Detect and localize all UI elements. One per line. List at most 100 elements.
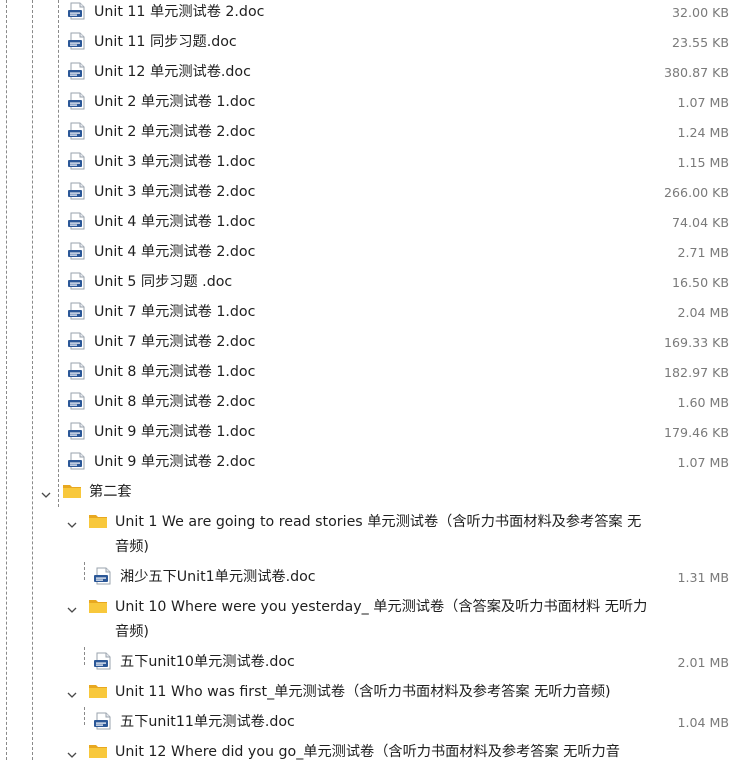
file-row[interactable]: Unit 3 单元测试卷 2.doc 266.00 KB: [0, 177, 743, 207]
doc-file-icon: [67, 302, 87, 320]
file-name: Unit 11 单元测试卷 2.doc: [94, 4, 265, 20]
doc-file-icon: [67, 272, 87, 290]
folder-name-continued: 音频): [115, 624, 149, 640]
file-tree: Unit 11 单元测试卷 2.doc 32.00 KB Unit 11 同步习题.…: [0, 0, 743, 760]
doc-file-icon: [93, 652, 113, 670]
doc-file-icon: [93, 712, 113, 730]
file-name: Unit 3 单元测试卷 1.doc: [94, 154, 256, 170]
folder-icon: [62, 482, 82, 500]
doc-file-icon: [93, 567, 113, 585]
file-row[interactable]: Unit 9 单元测试卷 2.doc 1.07 MB: [0, 447, 743, 477]
chevron-down-icon[interactable]: [40, 486, 52, 498]
file-name: Unit 3 单元测试卷 2.doc: [94, 184, 256, 200]
file-row[interactable]: Unit 7 单元测试卷 2.doc 169.33 KB: [0, 327, 743, 357]
folder-icon: [88, 512, 108, 530]
file-size: 179.46 KB: [664, 425, 729, 440]
file-name: Unit 12 单元测试卷.doc: [94, 64, 251, 80]
file-size: 1.07 MB: [677, 95, 729, 110]
file-name: Unit 8 单元测试卷 1.doc: [94, 364, 256, 380]
doc-file-icon: [67, 242, 87, 260]
file-name: 五下unit11单元测试卷.doc: [120, 714, 295, 730]
file-row[interactable]: Unit 2 单元测试卷 1.doc 1.07 MB: [0, 87, 743, 117]
folder-name: 第二套: [89, 484, 132, 500]
file-size: 1.31 MB: [677, 570, 729, 585]
chevron-down-icon[interactable]: [66, 746, 78, 758]
doc-file-icon: [67, 392, 87, 410]
file-row[interactable]: Unit 7 单元测试卷 1.doc 2.04 MB: [0, 297, 743, 327]
file-size: 2.01 MB: [677, 655, 729, 670]
file-name: 湘少五下Unit1单元测试卷.doc: [120, 569, 316, 585]
doc-file-icon: [67, 212, 87, 230]
file-name: Unit 11 同步习题.doc: [94, 34, 237, 50]
file-size: 1.07 MB: [677, 455, 729, 470]
folder-row[interactable]: Unit 11 Who was first_单元测试卷（含听力书面材料及参考答案…: [0, 677, 743, 707]
file-size: 182.97 KB: [664, 365, 729, 380]
folder-row[interactable]: Unit 10 Where were you yesterday_ 单元测试卷（…: [0, 592, 743, 647]
file-size: 74.04 KB: [672, 215, 729, 230]
file-name: Unit 4 单元测试卷 2.doc: [94, 244, 256, 260]
folder-row[interactable]: Unit 12 Where did you go_单元测试卷（含听力书面材料及参…: [0, 737, 743, 767]
file-size: 169.33 KB: [664, 335, 729, 350]
file-row[interactable]: Unit 8 单元测试卷 1.doc 182.97 KB: [0, 357, 743, 387]
folder-name: Unit 12 Where did you go_单元测试卷（含听力书面材料及参…: [115, 744, 620, 760]
file-name: Unit 5 同步习题 .doc: [94, 274, 233, 290]
file-row[interactable]: Unit 12 单元测试卷.doc 380.87 KB: [0, 57, 743, 87]
file-row[interactable]: 湘少五下Unit1单元测试卷.doc 1.31 MB: [0, 562, 743, 592]
file-row[interactable]: 五下unit10单元测试卷.doc 2.01 MB: [0, 647, 743, 677]
file-size: 23.55 KB: [672, 35, 729, 50]
doc-file-icon: [67, 422, 87, 440]
file-size: 266.00 KB: [664, 185, 729, 200]
file-row[interactable]: 五下unit11单元测试卷.doc 1.04 MB: [0, 707, 743, 737]
doc-file-icon: [67, 152, 87, 170]
file-row[interactable]: Unit 4 单元测试卷 1.doc 74.04 KB: [0, 207, 743, 237]
file-size: 380.87 KB: [664, 65, 729, 80]
file-name: Unit 2 单元测试卷 1.doc: [94, 94, 256, 110]
doc-file-icon: [67, 92, 87, 110]
file-name: Unit 7 单元测试卷 1.doc: [94, 304, 256, 320]
file-name: 五下unit10单元测试卷.doc: [120, 654, 295, 670]
file-size: 32.00 KB: [672, 5, 729, 20]
file-name: Unit 2 单元测试卷 2.doc: [94, 124, 256, 140]
file-row[interactable]: Unit 5 同步习题 .doc 16.50 KB: [0, 267, 743, 297]
file-row[interactable]: Unit 9 单元测试卷 1.doc 179.46 KB: [0, 417, 743, 447]
file-name: Unit 8 单元测试卷 2.doc: [94, 394, 256, 410]
folder-row[interactable]: 第二套: [0, 477, 743, 507]
doc-file-icon: [67, 182, 87, 200]
doc-file-icon: [67, 332, 87, 350]
file-size: 16.50 KB: [672, 275, 729, 290]
folder-name-continued: 音频): [115, 539, 149, 555]
file-row[interactable]: Unit 4 单元测试卷 2.doc 2.71 MB: [0, 237, 743, 267]
file-name: Unit 7 单元测试卷 2.doc: [94, 334, 256, 350]
file-name: Unit 9 单元测试卷 2.doc: [94, 454, 256, 470]
tree-guide-line: [84, 707, 85, 725]
doc-file-icon: [67, 122, 87, 140]
file-row[interactable]: Unit 8 单元测试卷 2.doc 1.60 MB: [0, 387, 743, 417]
file-size: 1.15 MB: [677, 155, 729, 170]
file-row[interactable]: Unit 2 单元测试卷 2.doc 1.24 MB: [0, 117, 743, 147]
folder-icon: [88, 682, 108, 700]
file-name: Unit 4 单元测试卷 1.doc: [94, 214, 256, 230]
tree-guide-line: [84, 562, 85, 580]
file-row[interactable]: Unit 11 单元测试卷 2.doc 32.00 KB: [0, 0, 743, 27]
doc-file-icon: [67, 32, 87, 50]
file-size: 1.60 MB: [677, 395, 729, 410]
folder-row[interactable]: Unit 1 We are going to read stories 单元测试…: [0, 507, 743, 562]
chevron-down-icon[interactable]: [66, 686, 78, 698]
file-size: 1.04 MB: [677, 715, 729, 730]
doc-file-icon: [67, 62, 87, 80]
file-size: 1.24 MB: [677, 125, 729, 140]
file-name: Unit 9 单元测试卷 1.doc: [94, 424, 256, 440]
file-row[interactable]: Unit 3 单元测试卷 1.doc 1.15 MB: [0, 147, 743, 177]
folder-name: Unit 11 Who was first_单元测试卷（含听力书面材料及参考答案…: [115, 684, 611, 700]
chevron-down-icon[interactable]: [66, 601, 78, 613]
file-size: 2.04 MB: [677, 305, 729, 320]
tree-guide-line: [84, 647, 85, 665]
doc-file-icon: [67, 2, 87, 20]
folder-name: Unit 1 We are going to read stories 单元测试…: [115, 514, 642, 530]
doc-file-icon: [67, 362, 87, 380]
file-size: 2.71 MB: [677, 245, 729, 260]
file-row[interactable]: Unit 11 同步习题.doc 23.55 KB: [0, 27, 743, 57]
folder-icon: [88, 742, 108, 760]
chevron-down-icon[interactable]: [66, 516, 78, 528]
doc-file-icon: [67, 452, 87, 470]
